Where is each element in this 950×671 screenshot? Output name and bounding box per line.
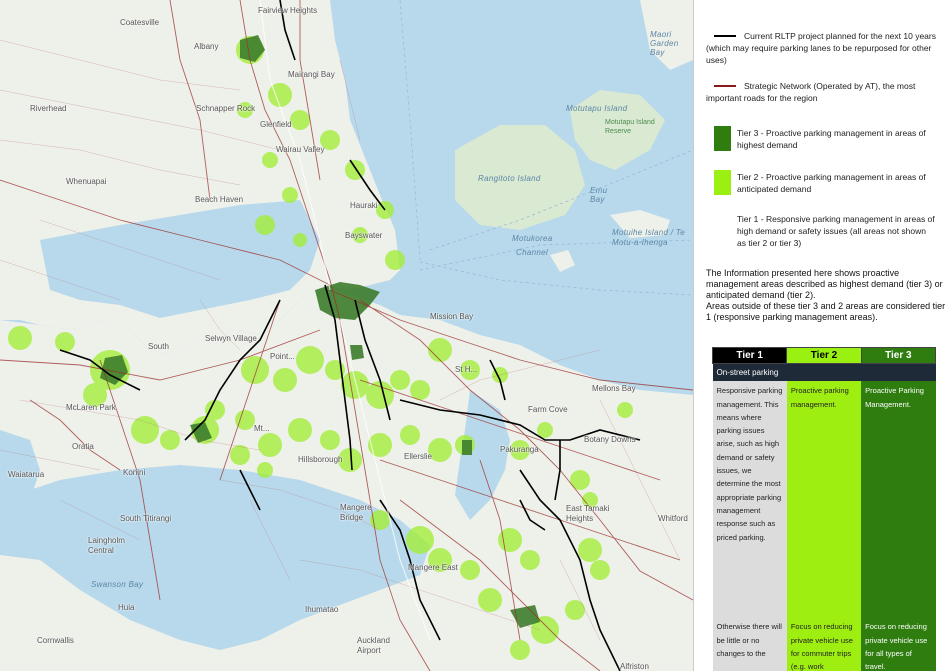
place-label: Point... [270, 352, 295, 361]
legend-label: Tier 2 - Proactive parking management in… [737, 172, 926, 194]
legend-panel: Current RLTP project planned for the nex… [693, 0, 950, 671]
place-label: Laingholm Central [88, 536, 125, 555]
place-label: Coatesville [120, 18, 160, 27]
place-label: Auckland Airport [357, 636, 390, 655]
place-label: Beach Haven [195, 195, 244, 204]
legend-label: Current RLTP project planned for the nex… [706, 31, 936, 65]
place-label: Waiatarua [8, 470, 45, 479]
island-label: Rangitoto Island [478, 174, 541, 183]
place-label: Schnapper Rock [196, 104, 256, 113]
island-label: Motuihe Island / Te Motu-a-Ihenga [612, 228, 686, 247]
info-text: The Information presented here shows pro… [706, 268, 946, 323]
place-label: Cornwallis [37, 636, 74, 645]
place-label: Albany [194, 42, 219, 51]
place-label: Mairangi Bay [288, 70, 335, 79]
place-label: Mellons Bay [592, 384, 636, 393]
tier3-header: Tier 3 [860, 347, 937, 364]
place-label: Mission Bay [430, 312, 474, 321]
place-label: Alfriston [620, 662, 649, 671]
place-label: Ellerslie [404, 452, 433, 461]
table-cell: Responsive parking management. This mean… [712, 381, 787, 618]
place-label: St H... [455, 365, 478, 374]
place-label: Ihumatao [305, 605, 339, 614]
tier2-swatch-icon [714, 170, 731, 195]
place-label: Mt... [254, 424, 270, 433]
channel-label: Motukorea Channel [512, 234, 553, 257]
reserve-label: Motutapu Island Reserve [605, 119, 655, 135]
place-label: Oratia [72, 442, 94, 451]
section-header: On-street parking [712, 363, 936, 382]
place-label: South [148, 342, 169, 351]
tier1-header: Tier 1 [711, 347, 788, 364]
place-label: Konini [123, 468, 146, 477]
island-label: Motutapu Island [566, 104, 628, 113]
tier2-header: Tier 2 [786, 347, 862, 364]
place-label: Mangere East [408, 563, 458, 572]
map-view[interactable]: Fairview Heights Coatesville Albany Mair… [0, 0, 693, 671]
info-paragraph: Areas outside of these tier 3 and 2 area… [706, 301, 946, 322]
place-label: Pakuranga [500, 445, 539, 454]
place-label: Wairau Valley [276, 145, 325, 154]
table-row: Otherwise there will be little or no cha… [712, 617, 936, 671]
table-cell: Otherwise there will be little or no cha… [712, 617, 787, 671]
tier-table: Tier 1 Tier 2 Tier 3 On-street parking R… [711, 347, 937, 671]
legend-label: Tier 1 - Responsive parking management i… [737, 214, 935, 248]
bay-label: Maori Garden Bay [650, 30, 679, 57]
place-label: Riverhead [30, 104, 67, 113]
tier3-swatch-icon [714, 126, 731, 151]
place-label: McLaren Park [66, 403, 116, 412]
place-label: Mangere Bridge [340, 503, 372, 522]
place-label: Whitford [658, 514, 688, 523]
place-label: Hauraki [350, 201, 378, 210]
table-cell: Focus on reducing private vehicle use fo… [786, 617, 862, 671]
place-label: Selwyn Village [205, 334, 257, 343]
place-label: Huia [118, 603, 135, 612]
place-label: Whenuapai [66, 177, 107, 186]
bay-label: Emu Bay [590, 186, 608, 204]
table-cell: Proactive Parking Management. [861, 381, 936, 618]
place-label: South Titirangi [120, 514, 172, 523]
place-label: Fairview Heights [258, 6, 318, 15]
place-label: East Tamaki Heights [566, 504, 610, 523]
map-canvas[interactable] [0, 0, 693, 671]
place-label: Swanson Bay [91, 580, 144, 589]
place-label: Farm Cove [528, 405, 568, 414]
table-cell: Proactive parking management. [786, 381, 862, 618]
info-paragraph: The Information presented here shows pro… [706, 268, 943, 300]
place-label: Glenfield [260, 120, 292, 129]
place-label: Botany Downs [584, 435, 636, 444]
table-row: Responsive parking management. This mean… [712, 381, 936, 618]
place-label: Hillsborough [298, 455, 343, 464]
place-label: Bayswater [345, 231, 383, 240]
table-cell: Focus on reducing private vehicle use fo… [861, 617, 936, 671]
legend-label: Tier 3 - Proactive parking management in… [737, 128, 926, 150]
legend-label: Strategic Network (Operated by AT), the … [706, 81, 916, 103]
